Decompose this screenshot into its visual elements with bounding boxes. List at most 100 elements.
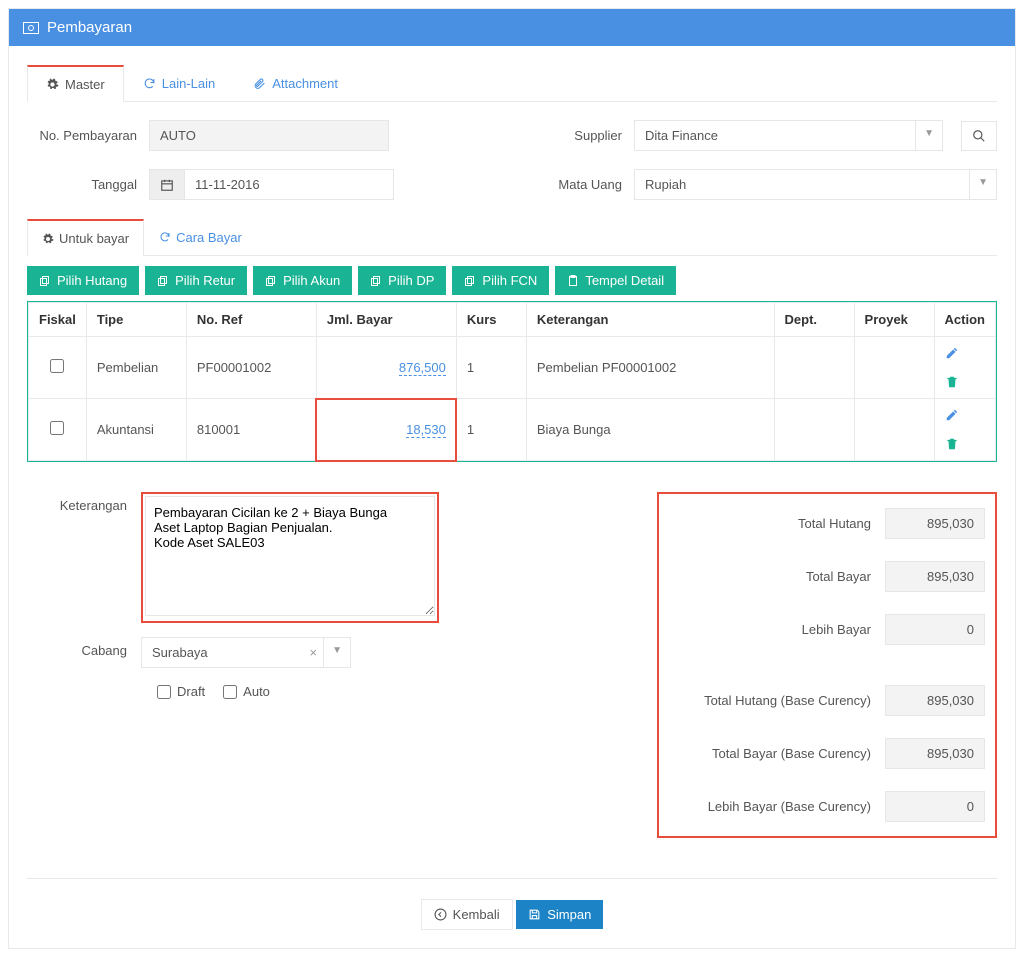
search-icon xyxy=(972,129,986,143)
mata-uang-label: Mata Uang xyxy=(532,177,622,192)
tanggal-label: Tanggal xyxy=(27,177,137,192)
edit-icon[interactable] xyxy=(945,346,985,360)
paste-icon xyxy=(567,275,579,287)
kembali-button[interactable]: Kembali xyxy=(421,899,513,930)
detail-table: Fiskal Tipe No. Ref Jml. Bayar Kurs Kete… xyxy=(27,301,997,462)
pilih-retur-button[interactable]: Pilih Retur xyxy=(145,266,247,295)
total-bayar-base-label: Total Bayar (Base Curency) xyxy=(669,746,885,761)
no-pembayaran-label: No. Pembayaran xyxy=(27,128,137,143)
keterangan-textarea[interactable] xyxy=(145,496,435,616)
row-dept xyxy=(774,337,854,399)
money-icon xyxy=(23,22,39,34)
keterangan-label: Keterangan xyxy=(27,492,127,513)
pilih-hutang-button[interactable]: Pilih Hutang xyxy=(27,266,139,295)
row-ket: Biaya Bunga xyxy=(526,399,774,461)
pilih-akun-button[interactable]: Pilih Akun xyxy=(253,266,352,295)
col-proyek: Proyek xyxy=(854,303,934,337)
no-pembayaran-input xyxy=(149,120,389,151)
chevron-down-icon: ▼ xyxy=(323,638,350,667)
lebih-bayar-label: Lebih Bayar xyxy=(669,622,885,637)
row-ket: Pembelian PF00001002 xyxy=(526,337,774,399)
row-proyek xyxy=(854,399,934,461)
row-kurs: 1 xyxy=(456,399,526,461)
detail-toolbar: Pilih Hutang Pilih Retur Pilih Akun Pili… xyxy=(27,266,997,295)
col-ket: Keterangan xyxy=(526,303,774,337)
refresh-icon xyxy=(159,231,171,243)
cabang-label: Cabang xyxy=(27,637,127,658)
subtab-untuk-bayar[interactable]: Untuk bayar xyxy=(27,219,144,256)
trash-icon[interactable] xyxy=(945,437,985,451)
total-bayar-value: 895,030 xyxy=(885,561,985,592)
total-bayar-base-value: 895,030 xyxy=(885,738,985,769)
tab-lain-lain[interactable]: Lain-Lain xyxy=(124,64,235,101)
row-fiskal-checkbox[interactable] xyxy=(50,421,64,435)
trash-icon[interactable] xyxy=(945,375,985,389)
row-proyek xyxy=(854,337,934,399)
simpan-button[interactable]: Simpan xyxy=(516,900,603,929)
total-hutang-value: 895,030 xyxy=(885,508,985,539)
keterangan-highlight xyxy=(141,492,439,623)
col-kurs: Kurs xyxy=(456,303,526,337)
main-tabs: Master Lain-Lain Attachment xyxy=(27,64,997,102)
clear-icon[interactable]: × xyxy=(304,638,324,667)
supplier-search-button[interactable] xyxy=(961,121,997,151)
copy-icon xyxy=(265,275,277,287)
table-row: Akuntansi810001 18,530 1Biaya Bunga xyxy=(29,399,996,461)
col-noref: No. Ref xyxy=(186,303,316,337)
col-tipe: Tipe xyxy=(86,303,186,337)
copy-icon xyxy=(464,275,476,287)
total-hutang-label: Total Hutang xyxy=(669,516,885,531)
row-dept xyxy=(774,399,854,461)
supplier-label: Supplier xyxy=(532,128,622,143)
total-hutang-base-value: 895,030 xyxy=(885,685,985,716)
col-fiskal: Fiskal xyxy=(29,303,87,337)
chevron-down-icon: ▼ xyxy=(915,121,942,150)
sub-tabs: Untuk bayar Cara Bayar xyxy=(27,218,997,256)
row-noref: PF00001002 xyxy=(186,337,316,399)
edit-icon[interactable] xyxy=(945,408,985,422)
row-jml[interactable]: 18,530 xyxy=(406,422,446,438)
subtab-cara-bayar[interactable]: Cara Bayar xyxy=(144,218,257,255)
copy-icon xyxy=(39,275,51,287)
table-row: PembelianPF00001002 876,500 1Pembelian PF0… xyxy=(29,337,996,399)
tempel-detail-button[interactable]: Tempel Detail xyxy=(555,266,676,295)
lebih-bayar-base-value: 0 xyxy=(885,791,985,822)
tab-attachment[interactable]: Attachment xyxy=(234,64,357,101)
row-kurs: 1 xyxy=(456,337,526,399)
totals-highlight: Total Hutang895,030 Total Bayar895,030 L… xyxy=(657,492,997,838)
copy-icon xyxy=(157,275,169,287)
calendar-icon[interactable] xyxy=(149,169,184,200)
gear-icon xyxy=(42,233,54,245)
col-action: Action xyxy=(934,303,995,337)
lebih-bayar-base-label: Lebih Bayar (Base Curency) xyxy=(669,799,885,814)
mata-uang-select[interactable]: Rupiah ▼ xyxy=(634,169,997,200)
col-jml: Jml. Bayar xyxy=(316,303,456,337)
copy-icon xyxy=(370,275,382,287)
row-tipe: Pembelian xyxy=(86,337,186,399)
gear-icon xyxy=(46,78,59,91)
row-tipe: Akuntansi xyxy=(86,399,186,461)
cabang-select[interactable]: Surabaya × ▼ xyxy=(141,637,351,668)
tanggal-input[interactable] xyxy=(184,169,394,200)
draft-checkbox[interactable]: Draft xyxy=(157,684,205,699)
pilih-fcn-button[interactable]: Pilih FCN xyxy=(452,266,549,295)
panel-title: Pembayaran xyxy=(47,19,132,36)
pilih-dp-button[interactable]: Pilih DP xyxy=(358,266,446,295)
row-jml[interactable]: 876,500 xyxy=(399,360,446,376)
supplier-select[interactable]: Dita Finance ▼ xyxy=(634,120,943,151)
total-hutang-base-label: Total Hutang (Base Curency) xyxy=(669,693,885,708)
lebih-bayar-value: 0 xyxy=(885,614,985,645)
chevron-down-icon: ▼ xyxy=(969,170,996,199)
row-fiskal-checkbox[interactable] xyxy=(50,359,64,373)
save-icon xyxy=(528,908,541,921)
payment-panel: Pembayaran Master Lain-Lain Attachment xyxy=(8,8,1016,949)
tab-master[interactable]: Master xyxy=(27,65,124,102)
auto-checkbox[interactable]: Auto xyxy=(223,684,270,699)
back-icon xyxy=(434,908,447,921)
total-bayar-label: Total Bayar xyxy=(669,569,885,584)
refresh-icon xyxy=(143,77,156,90)
col-dept: Dept. xyxy=(774,303,854,337)
paperclip-icon xyxy=(253,77,266,90)
row-noref: 810001 xyxy=(186,399,316,461)
panel-header: Pembayaran xyxy=(9,9,1015,46)
